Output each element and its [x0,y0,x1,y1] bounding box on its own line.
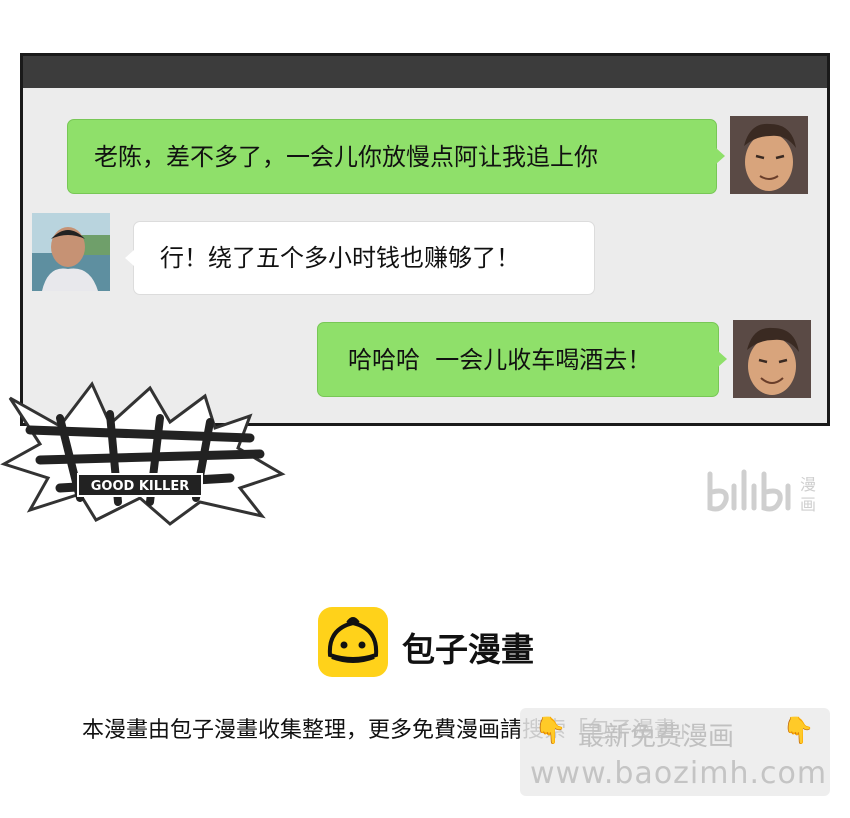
logo-subtitle: GOOD KILLER [91,479,189,494]
chat-message-text: 行！绕了五个多小时钱也赚够了！ [160,244,520,272]
chat-bubble-right: 老陈，差不多了，一会儿你放慢点阿让我追上你 [67,119,725,194]
overlay-url[interactable]: www.baozimh.com [530,756,827,791]
chat-top-bar [23,56,827,88]
title-logo: GOOD KILLER [0,378,290,528]
watermark-overlay: 👇 最新免费漫画 👇 www.baozimh.com [520,708,830,796]
avatar-left [32,213,110,291]
bilibili-watermark: 漫 画 [704,468,822,516]
overlay-title: 最新免费漫画 [578,722,735,752]
chat-message-text: 哈哈哈 一会儿收车喝酒去！ [348,345,652,374]
baozi-logo-icon [318,607,388,677]
chat-bubble-right: 哈哈哈 一会儿收车喝酒去！ [317,322,727,397]
brand-name: 包子漫畫 [402,630,534,669]
chat-bubble-left: 行！绕了五个多小时钱也赚够了！ [125,221,595,295]
chat-panel: 老陈，差不多了，一会儿你放慢点阿让我追上你 行！绕了五个多小时钱也赚够了！ 哈哈… [20,53,830,426]
svg-text:漫: 漫 [800,475,816,494]
avatar-right [733,320,811,398]
svg-text:画: 画 [800,495,816,514]
pointing-down-hand-icon: 👇 [534,716,567,746]
avatar-right [730,116,808,194]
pointing-down-hand-icon: 👇 [782,716,815,746]
chat-message-text: 老陈，差不多了，一会儿你放慢点阿让我追上你 [94,142,598,171]
